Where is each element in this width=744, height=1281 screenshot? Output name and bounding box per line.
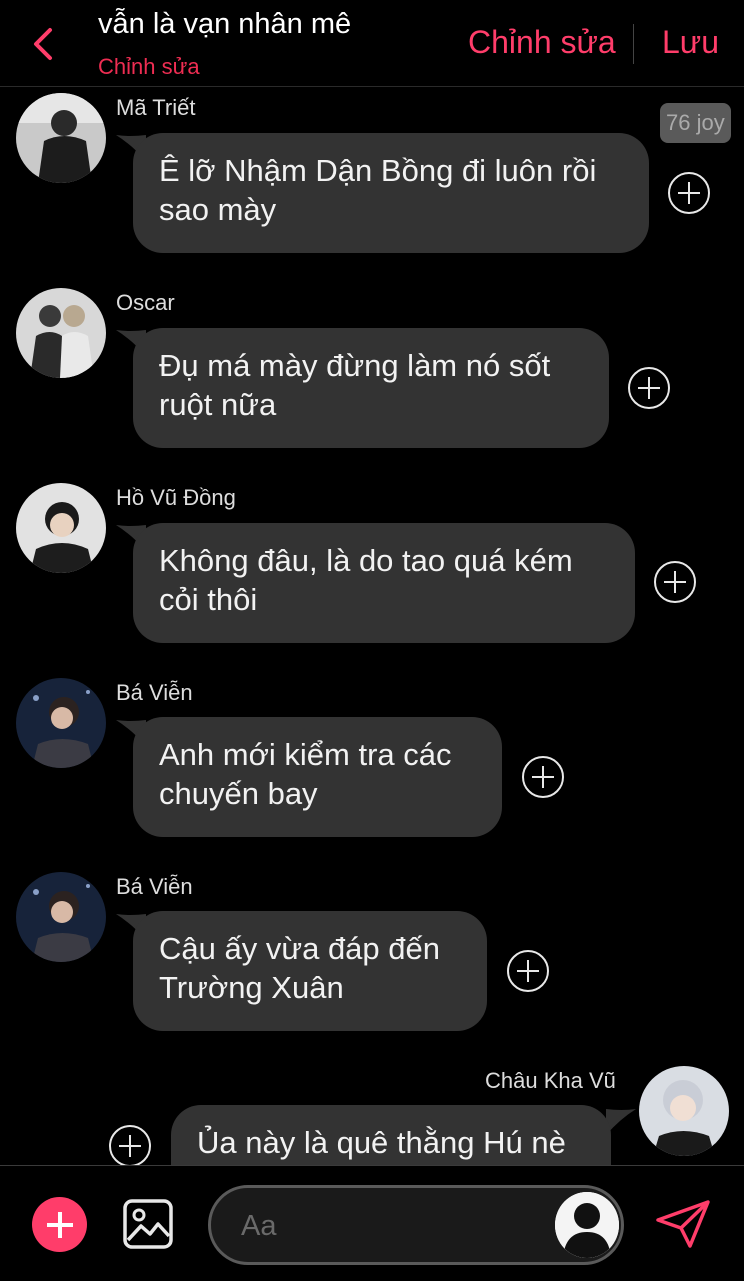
sender-name: Hồ Vũ Đồng <box>116 485 236 510</box>
message-line: Ủa này là quê thằng Hú nè <box>197 1125 566 1160</box>
person-icon <box>555 1192 619 1258</box>
message-input-container <box>208 1185 624 1265</box>
composer-bar <box>0 1165 744 1281</box>
avatar[interactable] <box>16 678 106 768</box>
message-bubble[interactable]: Cậu ấy vừa đáp đến Trường Xuân <box>133 911 487 1031</box>
header-divider <box>633 24 634 64</box>
message-input[interactable] <box>239 1188 543 1264</box>
user-avatar[interactable] <box>555 1192 619 1258</box>
message-bubble[interactable]: Ủa này là quê thằng Hú nè <box>171 1105 611 1165</box>
sender-name: Bá Viễn <box>116 874 193 899</box>
status-badge: 76 joy <box>660 103 731 143</box>
avatar[interactable] <box>16 288 106 378</box>
message-bubble[interactable]: Đụ má mày đừng làm nó sốt ruột nữa <box>133 328 609 448</box>
message-line: Trường Xuân <box>159 970 344 1005</box>
save-button[interactable]: Lưu <box>662 24 719 61</box>
message-line: Đụ má mày đừng làm nó sốt <box>159 348 551 383</box>
sender-name: Châu Kha Vũ <box>485 1068 616 1093</box>
header: vẫn là vạn nhân mê Chỉnh sửa Chỉnh sửa L… <box>0 0 744 87</box>
sender-name: Bá Viễn <box>116 680 193 705</box>
image-button[interactable] <box>122 1198 174 1250</box>
image-icon <box>123 1199 173 1249</box>
avatar[interactable] <box>16 872 106 962</box>
message-line: cỏi thôi <box>159 582 258 617</box>
react-button[interactable] <box>628 367 670 409</box>
react-button[interactable] <box>668 172 710 214</box>
message-bubble[interactable]: Ê lỡ Nhậm Dận Bồng đi luôn rồi sao mày <box>133 133 649 253</box>
chat-title: vẫn là vạn nhân mê <box>98 8 352 40</box>
avatar[interactable] <box>16 93 106 183</box>
message-line: Không đâu, là do tao quá kém <box>159 543 573 578</box>
message-list[interactable]: 76 joy Mã Triết Ê lỡ Nhậm Dận Bồng đi lu… <box>0 87 744 1165</box>
send-icon <box>656 1200 710 1248</box>
message-line: Ê lỡ Nhậm Dận Bồng đi luôn rồi <box>159 153 597 188</box>
react-button[interactable] <box>109 1125 151 1165</box>
chat-screen: vẫn là vạn nhân mê Chỉnh sửa Chỉnh sửa L… <box>0 0 744 1281</box>
react-button[interactable] <box>522 756 564 798</box>
avatar[interactable] <box>639 1066 729 1156</box>
avatar[interactable] <box>16 483 106 573</box>
message-line: chuyến bay <box>159 776 318 811</box>
edit-button[interactable]: Chỉnh sửa <box>468 24 616 61</box>
message-line: ruột nữa <box>159 387 277 422</box>
message-bubble[interactable]: Anh mới kiểm tra các chuyến bay <box>133 717 502 837</box>
send-button[interactable] <box>654 1198 712 1250</box>
add-button[interactable] <box>32 1197 87 1252</box>
chat-subtitle: Chỉnh sửa <box>98 54 200 79</box>
sender-name: Oscar <box>116 290 175 315</box>
chevron-left-icon <box>34 28 52 60</box>
sender-name: Mã Triết <box>116 95 196 120</box>
message-bubble[interactable]: Không đâu, là do tao quá kém cỏi thôi <box>133 523 635 643</box>
react-button[interactable] <box>654 561 696 603</box>
message-line: sao mày <box>159 192 277 227</box>
message-line: Cậu ấy vừa đáp đến <box>159 931 440 966</box>
message-line: Anh mới kiểm tra các <box>159 737 452 772</box>
react-button[interactable] <box>507 950 549 992</box>
back-button[interactable] <box>26 22 66 66</box>
